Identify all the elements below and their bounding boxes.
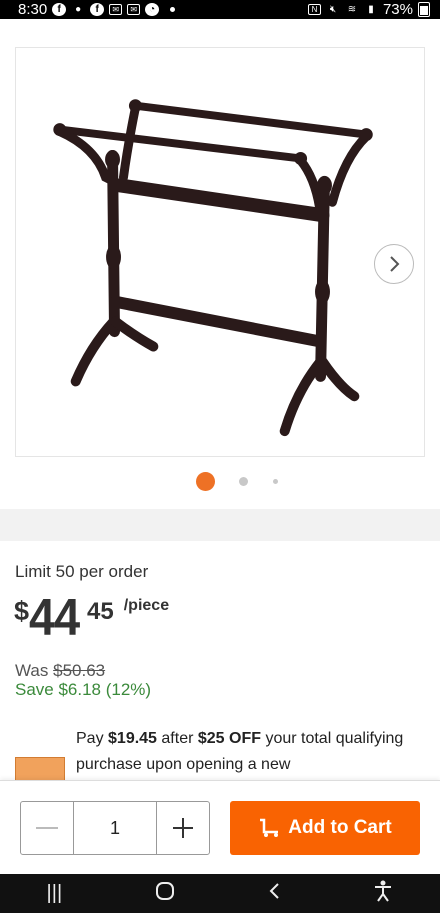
more-notifications-dot (170, 7, 176, 12)
add-to-cart-label: Add to Cart (288, 817, 392, 838)
mail-icon: ✉ (109, 4, 123, 15)
savings: Save $6.18 (12%) (15, 680, 152, 699)
price-symbol: $ (14, 596, 30, 626)
increase-quantity-button[interactable] (157, 802, 209, 854)
quantity-stepper: 1 (20, 801, 210, 855)
chevron-right-icon (390, 256, 400, 272)
was-price-value: $50.63 (53, 661, 106, 680)
price-cents: 45 (87, 598, 114, 625)
facebook-icon: f (90, 3, 105, 16)
add-to-cart-button[interactable]: Add to Cart (230, 801, 420, 855)
add-to-cart-bar: 1 Add to Cart (0, 780, 440, 874)
offer-discount: $25 OFF (197, 730, 261, 747)
product-image-frame[interactable] (15, 47, 425, 457)
credit-card-thumbnail (15, 757, 65, 781)
status-left: 8:30 f ● f ✉ ✉ ◔ (18, 1, 176, 18)
product-gallery (0, 19, 440, 509)
chat-bubble-icon: ● (75, 3, 82, 15)
facebook-icon: f (52, 3, 67, 16)
pager-dot[interactable] (273, 479, 278, 484)
system-nav-bar: ||| (0, 874, 440, 913)
battery-icon (418, 2, 430, 17)
next-image-button[interactable] (374, 244, 414, 284)
status-time: 8:30 (18, 1, 48, 18)
offer-amount: $19.45 (108, 730, 157, 747)
image-pager (0, 472, 440, 491)
mail-icon: ✉ (127, 4, 141, 15)
pager-dot[interactable] (239, 477, 248, 486)
decrease-quantity-button[interactable] (21, 802, 73, 854)
price: $ 44 45 /piece (14, 592, 169, 644)
was-label: Was (15, 661, 49, 680)
battery-percent: 73% (382, 1, 413, 18)
cart-icon (260, 818, 279, 837)
signal-icon: ▮ (368, 3, 374, 15)
offer-text-mid: after (156, 730, 198, 747)
plus-icon (173, 818, 193, 838)
recent-apps-icon[interactable]: ||| (47, 882, 63, 905)
quantity-input[interactable]: 1 (73, 802, 157, 854)
credit-offer[interactable]: Pay $19.45 after $25 OFF your total qual… (76, 726, 416, 778)
accessibility-icon[interactable] (373, 880, 393, 908)
pager-dot-active[interactable] (196, 472, 215, 491)
status-bar: 8:30 f ● f ✉ ✉ ◔ N 🔇︎ ≋ ▮ 73% (0, 0, 440, 19)
mute-icon: 🔇︎ (329, 3, 337, 15)
offer-text-pre: Pay (76, 730, 109, 747)
section-divider (0, 509, 440, 541)
back-icon[interactable] (268, 882, 280, 906)
home-icon[interactable] (155, 881, 175, 907)
notification-app-icon: ◔ (145, 3, 160, 16)
was-price: Was $50.63 (15, 661, 105, 681)
product-image (53, 99, 373, 437)
minus-icon (36, 827, 58, 829)
wifi-icon: ≋ (347, 3, 357, 15)
price-unit: /piece (123, 597, 170, 614)
status-right: N 🔇︎ ≋ ▮ 73% (307, 1, 430, 18)
order-limit: Limit 50 per order (15, 562, 149, 581)
price-whole: 44 (29, 589, 80, 647)
nfc-icon: N (307, 4, 321, 15)
